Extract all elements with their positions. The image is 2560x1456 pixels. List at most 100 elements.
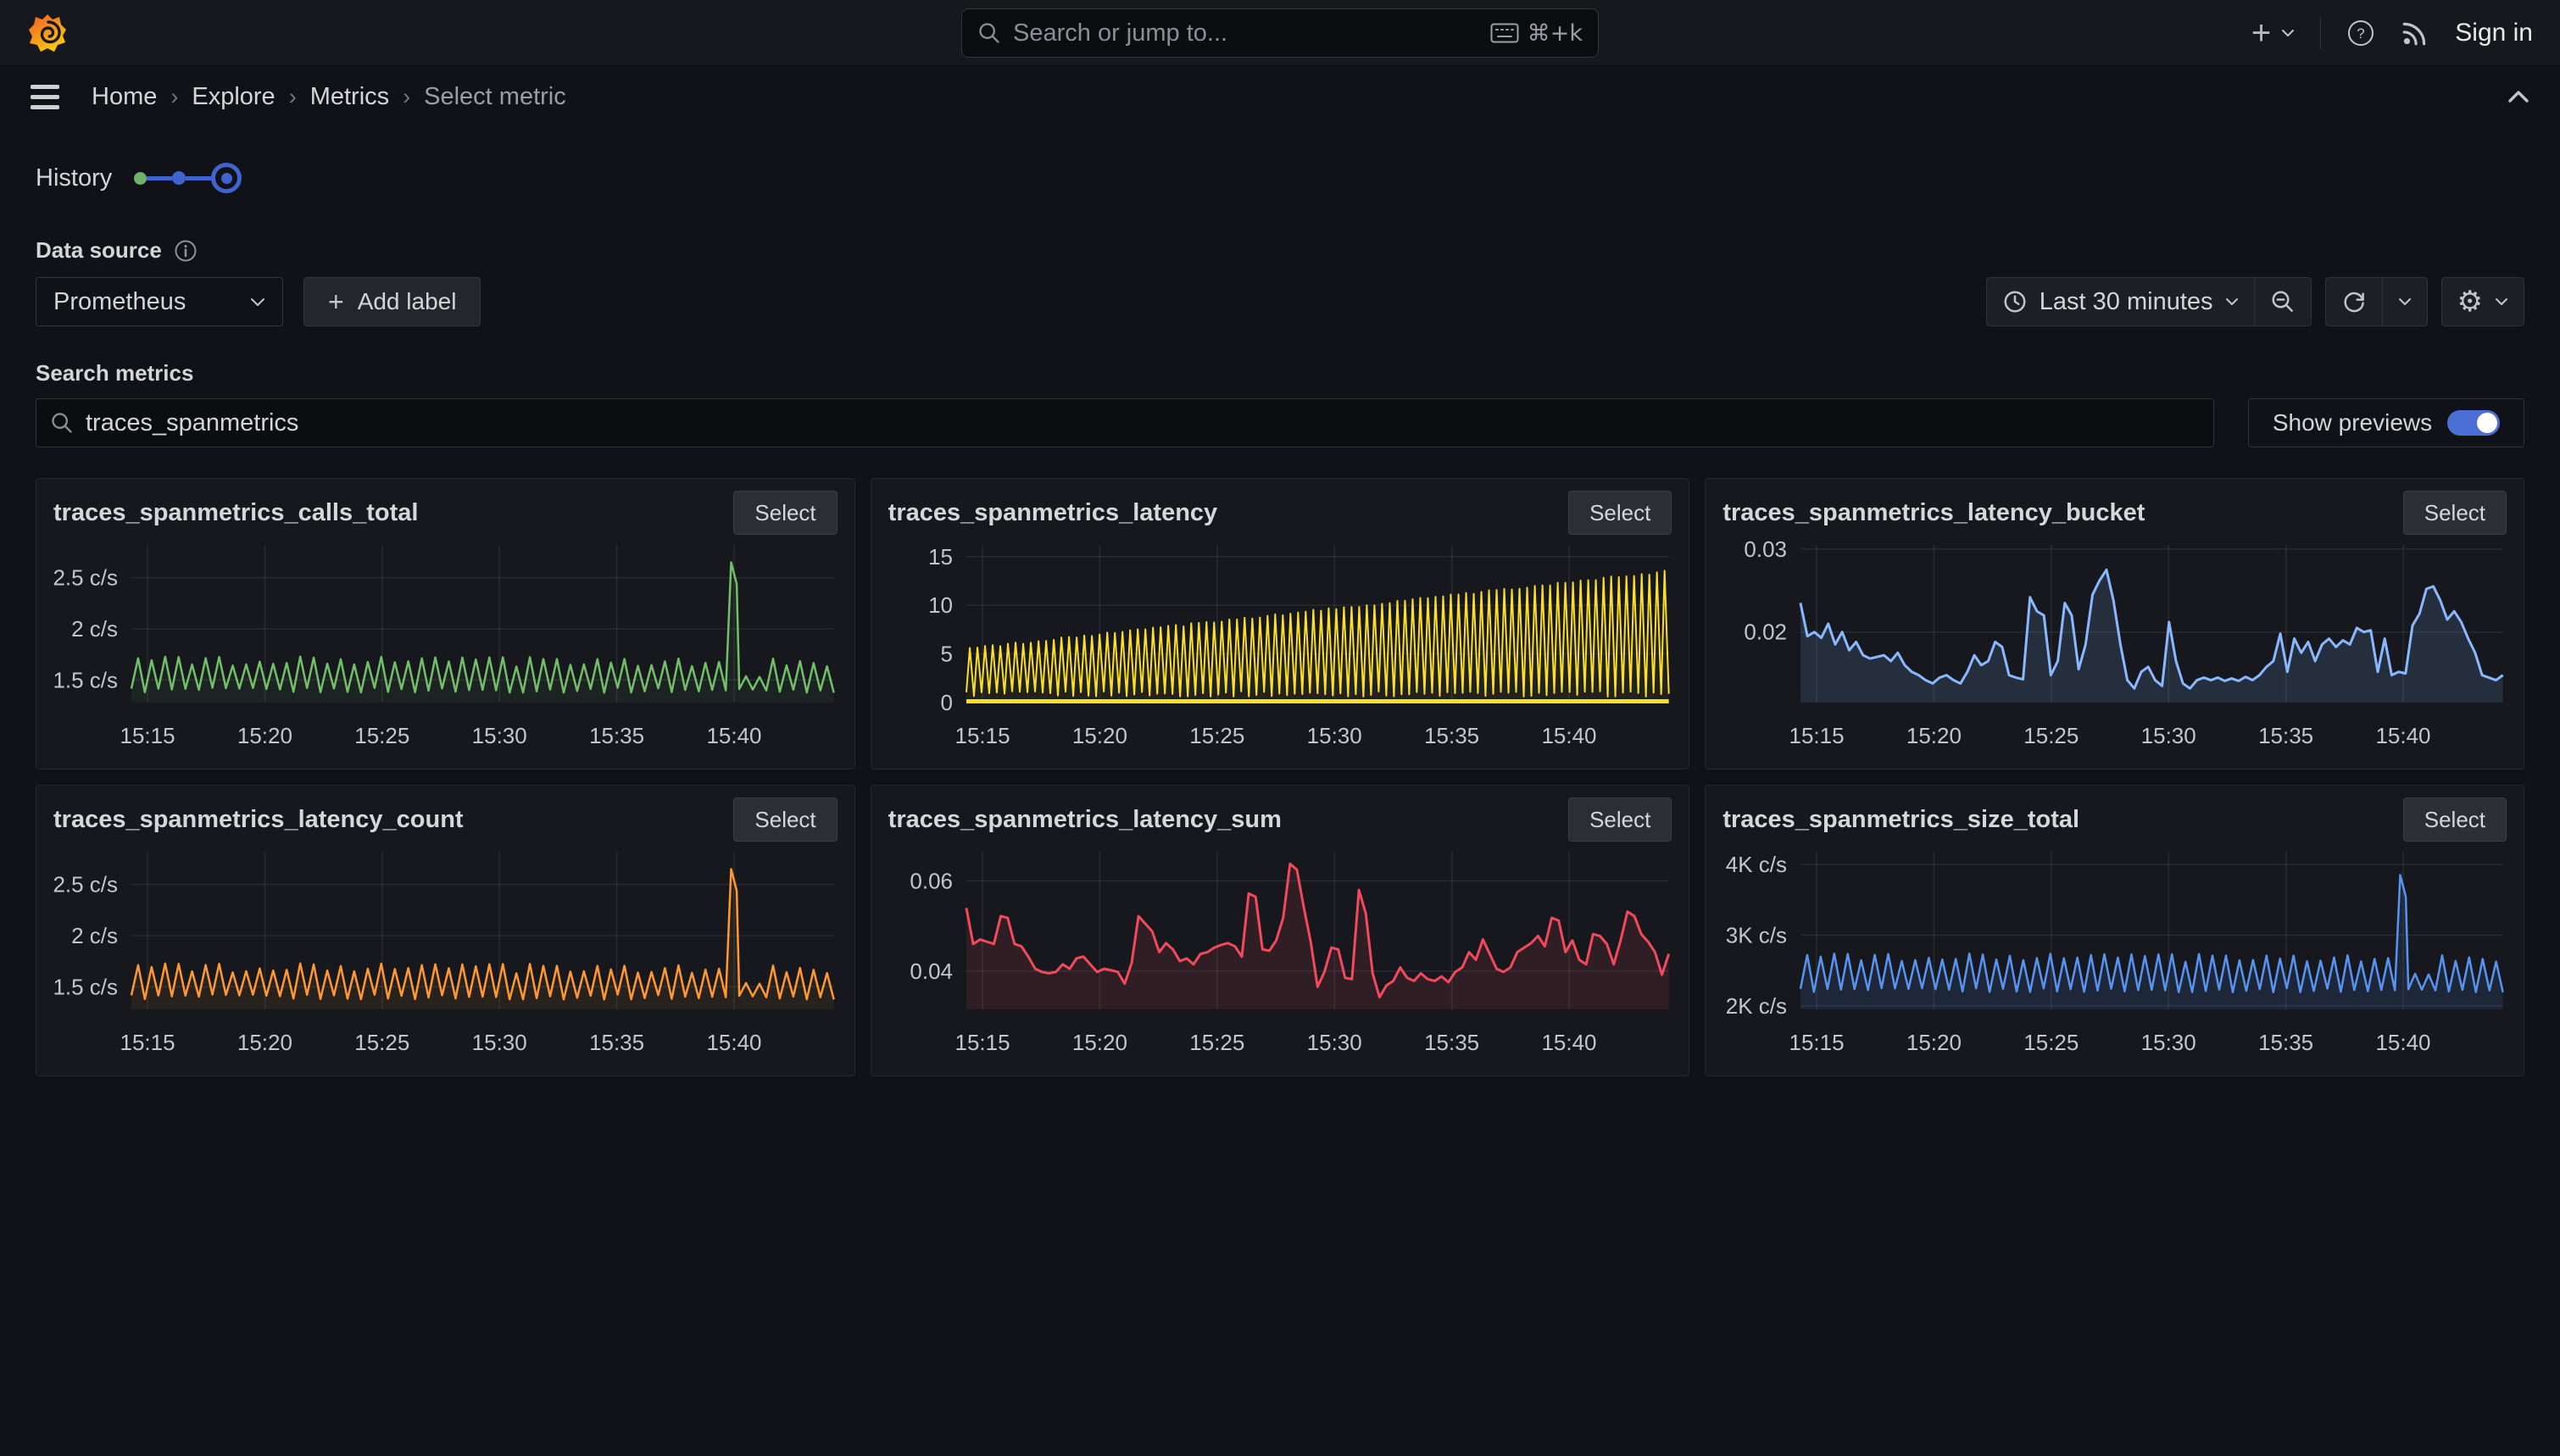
new-menu-button[interactable]: + <box>2251 16 2295 50</box>
divider <box>2320 17 2321 49</box>
select-metric-button[interactable]: Select <box>2403 491 2507 535</box>
svg-text:15:25: 15:25 <box>354 1030 409 1055</box>
explore-metrics-page: History Data source Prometheus + Add lab… <box>0 159 2560 1076</box>
show-previews-toggle[interactable] <box>2447 410 2500 436</box>
show-previews-control: Show previews <box>2248 398 2524 447</box>
query-controls-row: Prometheus + Add label Last 30 minutes <box>36 277 2524 326</box>
search-metrics-label-row: Search metrics <box>36 360 2524 386</box>
metric-card: traces_spanmetrics_latency_count Select … <box>36 785 855 1076</box>
svg-text:2.5 c/s: 2.5 c/s <box>53 872 118 897</box>
svg-text:15:40: 15:40 <box>2376 723 2431 748</box>
svg-text:2 c/s: 2 c/s <box>71 616 118 642</box>
time-range-button[interactable]: Last 30 minutes <box>1987 278 2254 325</box>
svg-text:15:30: 15:30 <box>472 1030 527 1055</box>
metrics-search-input[interactable] <box>86 409 2200 437</box>
svg-text:5: 5 <box>940 642 952 667</box>
datasource-label: Data source <box>36 237 162 264</box>
plus-icon: + <box>328 286 344 318</box>
breadcrumb-separator: › <box>289 84 297 110</box>
svg-text:10: 10 <box>928 592 953 618</box>
gear-icon: ⚙ <box>2457 287 2483 316</box>
refresh-interval-button[interactable] <box>2382 278 2427 325</box>
svg-text:0: 0 <box>940 690 952 715</box>
history-step-start-icon[interactable] <box>134 172 147 185</box>
history-step-icon[interactable] <box>172 171 186 185</box>
svg-text:15:30: 15:30 <box>1306 723 1361 748</box>
select-metric-button[interactable]: Select <box>2403 797 2507 842</box>
svg-text:15:15: 15:15 <box>954 1030 1010 1055</box>
svg-text:15:25: 15:25 <box>1189 723 1244 748</box>
zoom-out-button[interactable] <box>2254 278 2311 325</box>
select-metric-button[interactable]: Select <box>733 797 837 842</box>
refresh-group <box>2325 277 2428 326</box>
settings-group: ⚙ <box>2441 277 2524 326</box>
history-row: History <box>36 159 2524 197</box>
global-search-placeholder: Search or jump to... <box>1013 19 1490 47</box>
svg-text:15:15: 15:15 <box>954 723 1010 748</box>
add-label-button[interactable]: + Add label <box>303 277 481 326</box>
settings-button[interactable]: ⚙ <box>2442 278 2524 325</box>
show-previews-label: Show previews <box>2273 409 2432 436</box>
plus-icon: + <box>2251 16 2271 50</box>
svg-text:15:35: 15:35 <box>2258 723 2313 748</box>
metric-title: traces_spanmetrics_latency <box>888 491 1218 527</box>
search-icon <box>977 21 1001 45</box>
select-metric-button[interactable]: Select <box>1568 491 1672 535</box>
chevron-down-icon <box>2398 297 2412 306</box>
breadcrumb-metrics[interactable]: Metrics <box>310 83 389 111</box>
svg-text:0.03: 0.03 <box>1745 536 1788 562</box>
chevron-down-icon <box>2281 29 2295 37</box>
svg-text:15:35: 15:35 <box>589 1030 644 1055</box>
collapse-panel-button[interactable] <box>2507 90 2529 103</box>
svg-text:15:30: 15:30 <box>472 723 527 748</box>
svg-text:15:25: 15:25 <box>2024 723 2079 748</box>
breadcrumb-home[interactable]: Home <box>92 83 157 111</box>
info-icon[interactable] <box>174 239 198 263</box>
history-timeline[interactable] <box>134 163 242 193</box>
add-label-text: Add label <box>358 288 457 315</box>
metric-card: traces_spanmetrics_calls_total Select 1.… <box>36 478 855 770</box>
svg-text:15:35: 15:35 <box>2258 1030 2313 1055</box>
metric-card-header: traces_spanmetrics_latency_count Select <box>53 797 838 842</box>
news-button[interactable] <box>2401 19 2429 47</box>
metric-preview-chart: 2K c/s3K c/s4K c/s15:1515:2015:2515:3015… <box>1722 843 2507 1057</box>
datasource-picker[interactable]: Prometheus <box>36 277 283 326</box>
svg-text:15:15: 15:15 <box>120 1030 175 1055</box>
select-metric-button[interactable]: Select <box>733 491 837 535</box>
select-metric-button[interactable]: Select <box>1568 797 1672 842</box>
metric-card: traces_spanmetrics_latency_bucket Select… <box>1705 478 2524 770</box>
breadcrumb-separator: › <box>403 84 410 110</box>
metric-title: traces_spanmetrics_calls_total <box>53 491 418 527</box>
search-metrics-label: Search metrics <box>36 360 193 386</box>
svg-text:15:30: 15:30 <box>2141 723 2196 748</box>
svg-text:15:20: 15:20 <box>237 723 292 748</box>
refresh-icon <box>2341 289 2367 314</box>
keyboard-icon <box>1490 22 1519 44</box>
history-current-step-icon[interactable] <box>211 163 242 193</box>
breadcrumb-explore[interactable]: Explore <box>192 83 275 111</box>
metric-preview-chart: 1.5 c/s2 c/s2.5 c/s15:1515:2015:2515:301… <box>53 536 838 750</box>
question-icon: ? <box>2346 19 2375 47</box>
help-button[interactable]: ? <box>2346 19 2375 47</box>
svg-text:0.04: 0.04 <box>910 959 953 984</box>
svg-text:15:40: 15:40 <box>1541 723 1596 748</box>
svg-text:15:40: 15:40 <box>1541 1030 1596 1055</box>
grafana-logo-icon[interactable] <box>27 13 68 53</box>
metric-title: traces_spanmetrics_latency_bucket <box>1722 491 2145 527</box>
time-toolbar: Last 30 minutes <box>1986 277 2524 326</box>
svg-text:?: ? <box>2357 25 2365 42</box>
metric-card: traces_spanmetrics_size_total Select 2K … <box>1705 785 2524 1076</box>
svg-text:15:20: 15:20 <box>1072 1030 1127 1055</box>
svg-text:15:35: 15:35 <box>1424 723 1479 748</box>
time-range-label: Last 30 minutes <box>2040 288 2213 316</box>
svg-text:15:15: 15:15 <box>1789 1030 1845 1055</box>
global-search-input[interactable]: Search or jump to... ⌘+k <box>961 8 1599 58</box>
metric-title: traces_spanmetrics_latency_sum <box>888 797 1282 834</box>
sign-in-button[interactable]: Sign in <box>2455 19 2533 47</box>
breadcrumb-select-metric: Select metric <box>424 83 566 111</box>
menu-toggle-button[interactable] <box>31 85 59 109</box>
refresh-button[interactable] <box>2326 278 2382 325</box>
search-metrics-row: Show previews <box>36 398 2524 447</box>
svg-text:2 c/s: 2 c/s <box>71 923 118 948</box>
metric-card-header: traces_spanmetrics_latency_bucket Select <box>1722 491 2507 535</box>
